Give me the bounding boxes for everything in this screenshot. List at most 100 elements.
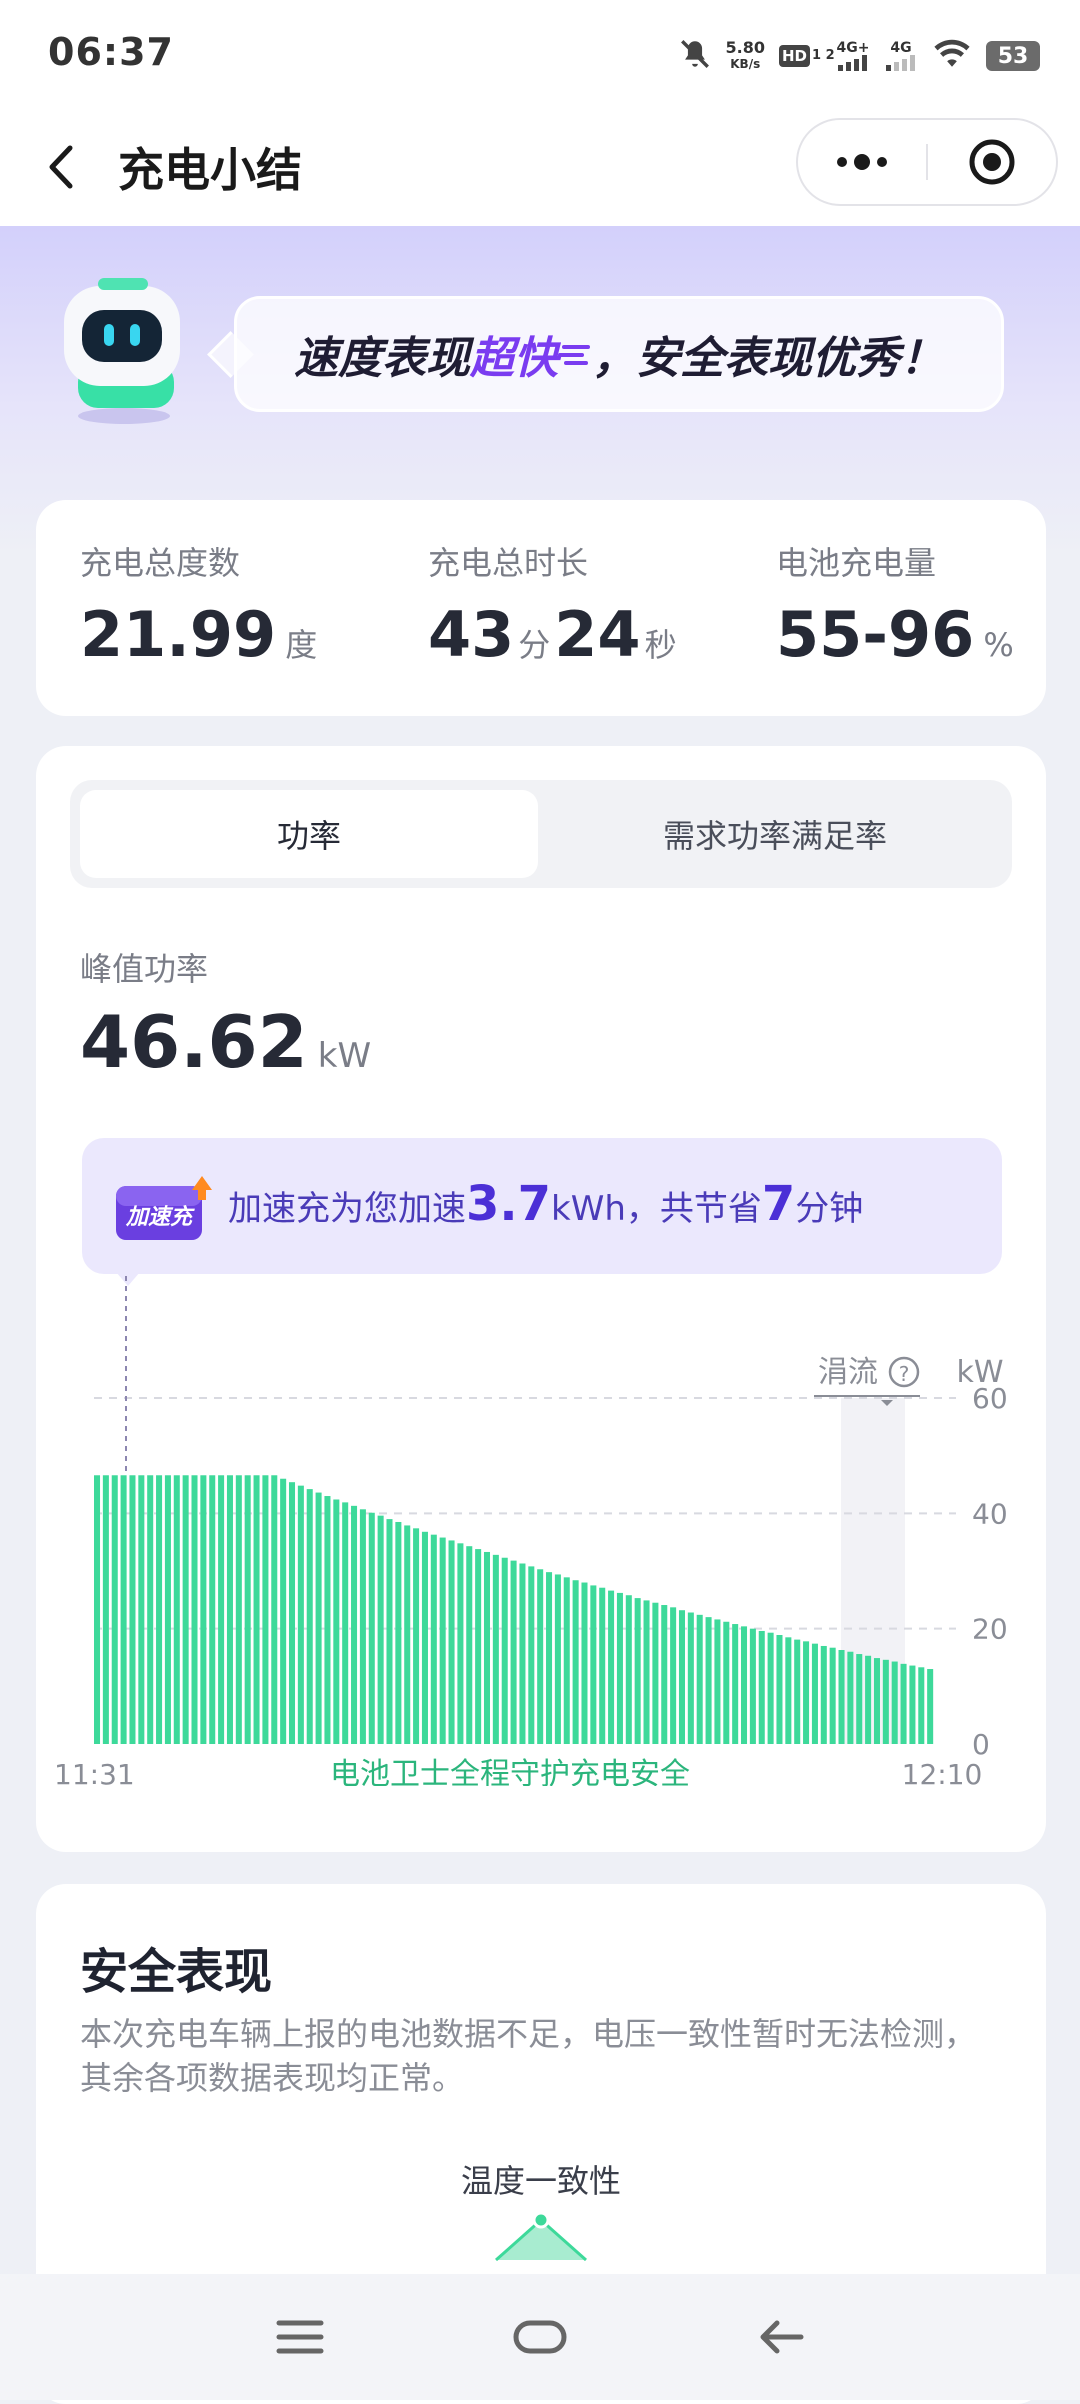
back-button[interactable]: [36, 132, 92, 202]
peak-power-value-row: 46.62 kW: [80, 1000, 371, 1084]
system-nav-bar: [0, 2274, 1080, 2400]
svg-text:?: ?: [899, 1362, 910, 1386]
power-bar: [359, 1509, 366, 1744]
net-speed: 5.80 KB/s: [726, 40, 765, 72]
power-bar: [182, 1475, 189, 1744]
power-bar: [794, 1639, 801, 1744]
power-bar: [537, 1569, 544, 1744]
power-bar: [102, 1475, 109, 1744]
power-bar: [156, 1475, 163, 1744]
power-bar: [324, 1496, 331, 1744]
duration-value-row: 43 分24 秒: [428, 598, 681, 671]
close-button[interactable]: [928, 120, 1056, 204]
peak-power-unit: kW: [317, 1036, 372, 1076]
power-bar: [253, 1475, 260, 1744]
power-bar: [661, 1605, 668, 1744]
signal-2-label: 4G: [890, 40, 912, 56]
power-bar: [652, 1602, 659, 1744]
power-bar: [475, 1549, 482, 1744]
power-chart-card: 功率 需求功率满足率 峰值功率 46.62 kW 加速充 加速充为您加速3.7kW…: [36, 746, 1046, 1852]
more-button[interactable]: [798, 120, 926, 204]
peak-power-label: 峰值功率: [80, 950, 209, 988]
power-bar: [421, 1531, 428, 1744]
power-bar: [554, 1574, 561, 1744]
energy-unit: 度: [285, 626, 318, 664]
menu-button[interactable]: [200, 2274, 400, 2400]
boost-text-prefix: 加速充为您加速: [228, 1189, 466, 1229]
chart-footer-label: 电池卫士全程守护充电安全: [330, 1757, 690, 1786]
duration-min-unit: 分: [518, 626, 551, 664]
home-button[interactable]: [440, 2274, 640, 2400]
power-bar: [776, 1635, 783, 1744]
power-bar: [528, 1566, 535, 1744]
power-bar: [705, 1617, 712, 1744]
power-bar: [448, 1540, 455, 1744]
power-bar: [404, 1525, 411, 1744]
power-bar: [856, 1654, 863, 1744]
power-bar: [749, 1628, 756, 1744]
power-bar: [377, 1515, 384, 1744]
system-back-button[interactable]: [680, 2274, 880, 2400]
power-bar: [811, 1643, 818, 1744]
power-bar: [723, 1621, 730, 1744]
power-bar: [581, 1582, 588, 1744]
power-bar: [572, 1580, 579, 1744]
energy-value: 21.99: [80, 598, 277, 671]
wifi-icon: [932, 38, 972, 74]
mute-icon: [678, 37, 712, 75]
power-bar: [501, 1557, 508, 1744]
power-bar: [466, 1546, 473, 1744]
chevron-left-icon: [49, 145, 73, 189]
page-title: 充电小结: [118, 143, 302, 197]
power-bar: [111, 1475, 118, 1744]
hero-message-highlight: 超快: [470, 333, 558, 384]
power-bar: [599, 1587, 606, 1744]
duration-minutes: 43: [428, 598, 515, 671]
power-bar: [873, 1658, 880, 1744]
power-bar: [138, 1475, 145, 1744]
mini-program-capsule: [796, 118, 1058, 206]
energy-label: 充电总度数: [80, 544, 241, 582]
hero-message-suffix: ，安全表现优秀！: [592, 333, 944, 384]
power-bar: [909, 1665, 916, 1744]
power-bar: [670, 1607, 677, 1744]
power-bar: [226, 1475, 233, 1744]
power-bar: [200, 1475, 207, 1744]
power-bar: [120, 1475, 127, 1744]
trickle-label[interactable]: 涓流: [818, 1355, 878, 1390]
power-bar: [785, 1637, 792, 1744]
speech-bubble: 速度表现 超快 ，安全表现优秀！: [234, 296, 1004, 412]
power-bar: [510, 1560, 517, 1744]
power-bar: [865, 1655, 872, 1744]
power-bar: [368, 1512, 375, 1744]
tab-power[interactable]: 功率: [80, 790, 538, 878]
power-bar: [590, 1585, 597, 1744]
power-bar: [244, 1475, 251, 1744]
y-unit-label: kW: [956, 1355, 1003, 1390]
power-bar: [262, 1475, 269, 1744]
power-bar: [191, 1475, 198, 1744]
power-bar: [741, 1626, 748, 1744]
power-bar: [315, 1492, 322, 1744]
x-start-label: 11:31: [54, 1758, 135, 1786]
battery-icon: 53: [986, 41, 1040, 71]
power-bar: [209, 1475, 216, 1744]
battery-unit: %: [983, 626, 1014, 664]
boost-banner: 加速充 加速充为您加速3.7kWh，共节省7分钟: [82, 1138, 1002, 1274]
chart-tabs: 功率 需求功率满足率: [70, 780, 1012, 888]
stat-duration: 充电总时长 43 分24 秒: [428, 538, 681, 671]
power-bar: [351, 1505, 358, 1744]
power-bar: [918, 1667, 925, 1744]
power-bar: [882, 1659, 889, 1744]
power-bar: [430, 1534, 437, 1744]
power-bar: [235, 1475, 242, 1744]
help-icon[interactable]: ?: [888, 1356, 920, 1388]
y-tick-label: 0: [972, 1728, 990, 1761]
tab-demand-satisfaction[interactable]: 需求功率满足率: [546, 790, 1004, 878]
power-bar: [173, 1475, 180, 1744]
power-bar: [342, 1502, 349, 1744]
more-dots-icon: [837, 154, 887, 170]
power-bar: [634, 1598, 641, 1744]
power-bar: [94, 1475, 101, 1744]
power-bar: [386, 1519, 393, 1744]
